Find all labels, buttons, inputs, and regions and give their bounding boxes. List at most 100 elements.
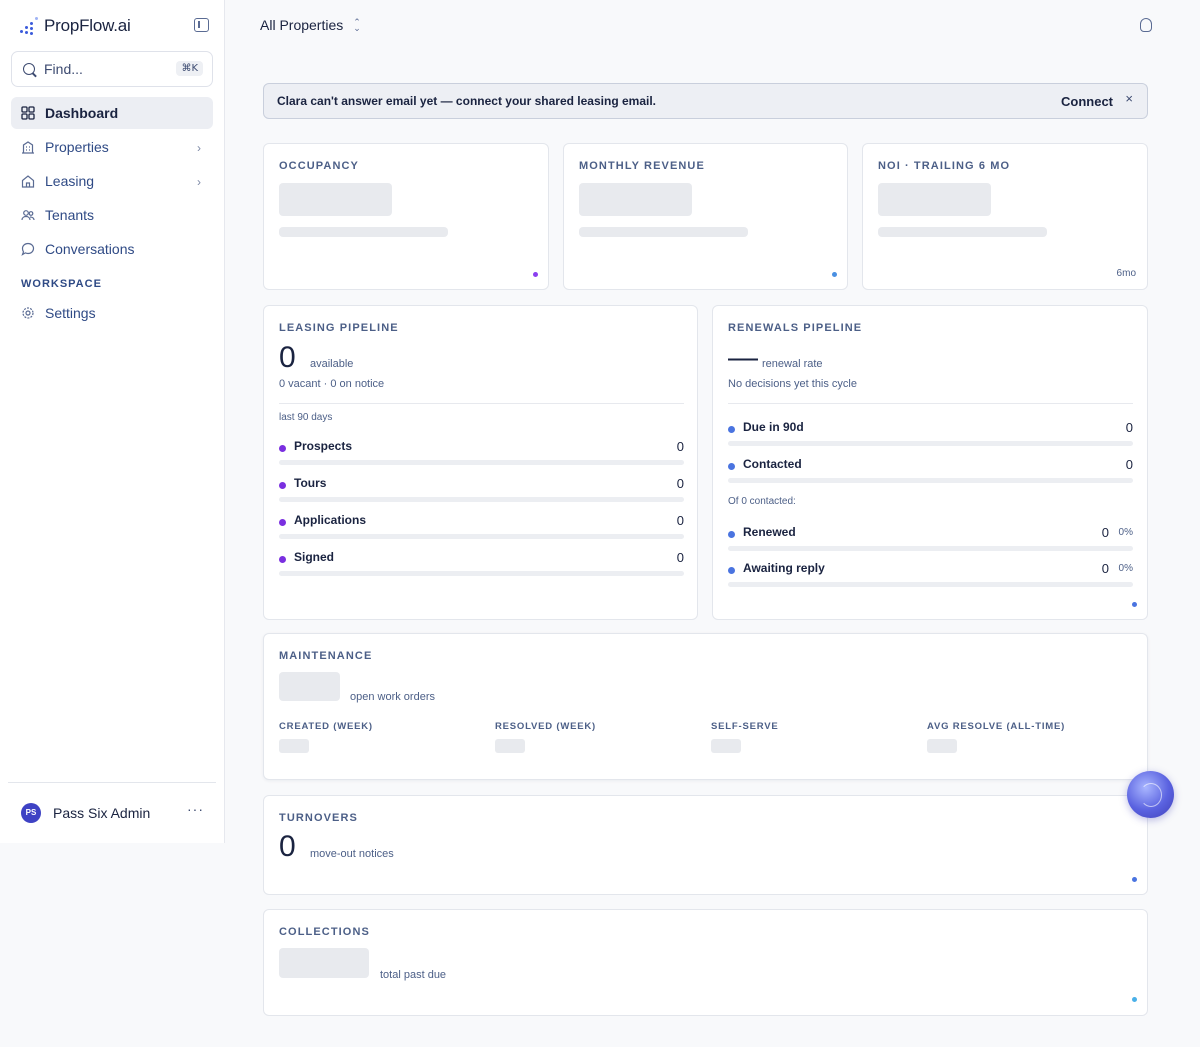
metric-created-week: CREATED (WEEK) xyxy=(279,721,479,753)
renewal-cycle-status: No decisions yet this cycle xyxy=(728,378,857,390)
chevron-up-down-icon: ⌃ ⌄ xyxy=(353,17,361,33)
stage-value: 0 xyxy=(676,439,684,454)
stage-progress-track xyxy=(279,571,684,576)
stage-label: Due in 90d xyxy=(743,420,804,434)
status-dot xyxy=(1132,997,1137,1002)
house-icon xyxy=(21,175,35,188)
renewal-row-renewed[interactable]: Renewed 0 0% xyxy=(728,525,1133,555)
stage-percent: 0% xyxy=(1118,527,1133,538)
value-skeleton xyxy=(279,183,392,216)
card-title: LEASING PIPELINE xyxy=(279,322,399,334)
connect-email-banner: Clara can't answer email yet — connect y… xyxy=(263,83,1148,119)
building-icon xyxy=(22,141,34,154)
pipeline-row-prospects[interactable]: Prospects 0 xyxy=(279,439,684,469)
sidebar-item-label: Leasing xyxy=(45,173,95,189)
pipeline-row-applications[interactable]: Applications 0 xyxy=(279,513,684,543)
sidebar-item-properties[interactable]: Properties › xyxy=(11,131,213,163)
stage-bullet xyxy=(728,531,735,538)
subtext-skeleton xyxy=(878,227,1047,237)
stage-progress-track xyxy=(728,582,1133,587)
card-title: RENEWALS PIPELINE xyxy=(728,322,863,334)
chevron-right-icon: › xyxy=(197,175,201,189)
maintenance-card[interactable]: MAINTENANCE open work orders CREATED (WE… xyxy=(263,633,1148,780)
metric-skeleton xyxy=(495,739,525,753)
renewal-rate-label: renewal rate xyxy=(762,358,823,370)
sidebar-item-settings[interactable]: Settings xyxy=(11,297,213,329)
stage-progress-track xyxy=(728,441,1133,446)
status-dot xyxy=(533,272,538,277)
stage-value: 0 xyxy=(676,476,684,491)
stage-percent: 0% xyxy=(1118,563,1133,574)
metric-label: CREATED (WEEK) xyxy=(279,721,373,732)
status-dot xyxy=(1132,602,1137,607)
stage-bullet xyxy=(728,567,735,574)
assistant-orb-button[interactable] xyxy=(1127,771,1174,818)
card-title: NOI · TRAILING 6 MO xyxy=(878,160,1011,172)
stage-label: Tours xyxy=(294,476,327,490)
sidebar-nav: Dashboard Properties › Leasing › Tenants… xyxy=(11,97,213,267)
user-name: Pass Six Admin xyxy=(53,804,151,821)
close-icon[interactable]: × xyxy=(1125,91,1133,106)
people-icon xyxy=(21,210,35,221)
stage-bullet xyxy=(279,445,286,452)
metric-skeleton xyxy=(927,739,957,753)
pipeline-row-signed[interactable]: Signed 0 xyxy=(279,550,684,580)
search-placeholder: Find... xyxy=(44,61,83,77)
open-work-orders-label: open work orders xyxy=(350,691,435,703)
user-menu[interactable]: PS Pass Six Admin ··· xyxy=(8,782,216,842)
banner-message: Clara can't answer email yet — connect y… xyxy=(277,94,657,108)
stage-label: Contacted xyxy=(743,457,802,471)
turnovers-card[interactable]: TURNOVERS 0 move-out notices xyxy=(263,795,1148,895)
collections-card[interactable]: COLLECTIONS total past due xyxy=(263,909,1148,1016)
renewal-rate-value: — xyxy=(728,341,758,374)
sidebar: PropFlow.ai Find... ⌘K Dashboard Propert… xyxy=(0,0,225,843)
stage-progress-track xyxy=(279,534,684,539)
shortcut-badge: ⌘K xyxy=(176,61,203,76)
stage-label: Renewed xyxy=(743,525,796,539)
stage-label: Applications xyxy=(294,513,367,527)
connect-button[interactable]: Connect xyxy=(1061,94,1113,109)
divider xyxy=(279,403,684,404)
stage-bullet xyxy=(279,482,286,489)
leasing-pipeline-card[interactable]: LEASING PIPELINE 0 available 0 vacant · … xyxy=(263,305,698,620)
sidebar-item-tenants[interactable]: Tenants xyxy=(11,199,213,231)
stage-value: 0 xyxy=(1125,457,1133,472)
property-selector-label: All Properties xyxy=(260,17,344,33)
renewal-row-contacted[interactable]: Contacted 0 xyxy=(728,457,1133,487)
sidebar-item-dashboard[interactable]: Dashboard xyxy=(11,97,213,129)
metric-resolved-week: RESOLVED (WEEK) xyxy=(495,721,695,753)
renewals-pipeline-card[interactable]: RENEWALS PIPELINE — renewal rate No deci… xyxy=(712,305,1148,620)
brand-logo[interactable]: PropFlow.ai xyxy=(20,16,131,36)
move-out-count: 0 xyxy=(279,830,296,863)
more-options-icon[interactable]: ··· xyxy=(187,801,204,817)
sidebar-item-leasing[interactable]: Leasing › xyxy=(11,165,213,197)
sidebar-item-conversations[interactable]: Conversations xyxy=(11,233,213,265)
divider xyxy=(728,403,1133,404)
window-label: last 90 days xyxy=(279,412,333,423)
lightbulb-icon[interactable] xyxy=(1140,18,1152,32)
contacted-label: Of 0 contacted: xyxy=(728,496,796,507)
available-label: available xyxy=(310,358,354,370)
noi-card[interactable]: NOI · TRAILING 6 MO 6mo xyxy=(862,143,1148,290)
stage-value: 0 xyxy=(1125,420,1133,435)
renewal-row-awaiting-reply[interactable]: Awaiting reply 0 0% xyxy=(728,561,1133,591)
stage-label: Awaiting reply xyxy=(743,561,825,575)
value-skeleton xyxy=(579,183,692,216)
card-title: TURNOVERS xyxy=(279,812,358,824)
monthly-revenue-card[interactable]: MONTHLY REVENUE xyxy=(563,143,848,290)
sidebar-item-label: Dashboard xyxy=(45,105,119,121)
stage-value: 0 xyxy=(1101,561,1109,576)
occupancy-card[interactable]: OCCUPANCY xyxy=(263,143,549,290)
card-title: MONTHLY REVENUE xyxy=(579,160,705,172)
vacancy-summary: 0 vacant · 0 on notice xyxy=(279,378,385,390)
sidebar-collapse-icon[interactable] xyxy=(194,18,209,32)
gear-icon xyxy=(22,307,34,319)
sidebar-item-label: Settings xyxy=(45,305,96,321)
property-selector[interactable]: All Properties ⌃ ⌄ xyxy=(260,17,361,33)
pipeline-row-tours[interactable]: Tours 0 xyxy=(279,476,684,506)
renewal-row-due-90d[interactable]: Due in 90d 0 xyxy=(728,420,1133,450)
search-input[interactable]: Find... ⌘K xyxy=(11,51,213,87)
search-icon xyxy=(23,63,35,75)
sidebar-item-label: Properties xyxy=(45,139,109,155)
metric-label: AVG RESOLVE (ALL-TIME) xyxy=(927,721,1066,732)
